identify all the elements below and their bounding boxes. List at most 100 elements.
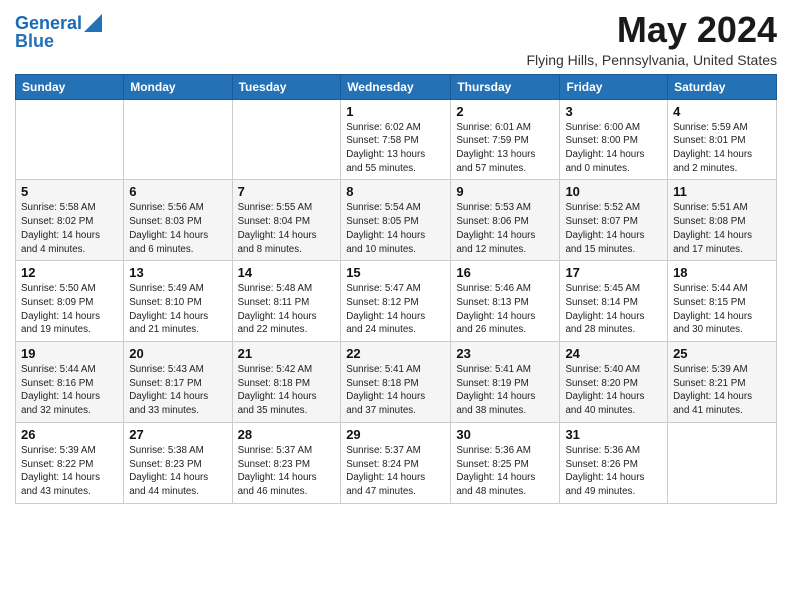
day-number: 13 — [129, 265, 226, 280]
calendar-cell: 10 Sunrise: 5:52 AM Sunset: 8:07 PM Dayli… — [560, 180, 668, 261]
calendar-cell — [668, 422, 777, 503]
calendar-cell: 19Sunrise: 5:44 AM Sunset: 8:16 PM Dayli… — [16, 342, 124, 423]
day-number: 1 — [346, 104, 445, 119]
day-number: 2 — [456, 104, 554, 119]
calendar-cell: 2 Sunrise: 6:01 AM Sunset: 7:59 PM Daylig… — [451, 99, 560, 180]
calendar-week-4: 19Sunrise: 5:44 AM Sunset: 8:16 PM Dayli… — [16, 342, 777, 423]
weekday-header-monday: Monday — [124, 74, 232, 99]
day-number: 6 — [129, 184, 226, 199]
calendar-cell: 13 Sunrise: 5:49 AM Sunset: 8:10 PM Dayli… — [124, 261, 232, 342]
calendar-cell: 23 Sunrise: 5:41 AM Sunset: 8:19 PM Dayli… — [451, 342, 560, 423]
weekday-header-tuesday: Tuesday — [232, 74, 341, 99]
day-number: 25 — [673, 346, 771, 361]
logo-blue-text: Blue — [15, 32, 54, 52]
calendar-cell: 6 Sunrise: 5:56 AM Sunset: 8:03 PM Daylig… — [124, 180, 232, 261]
day-info: Sunrise: 5:59 AM Sunset: 8:01 PM Dayligh… — [673, 121, 771, 176]
calendar-cell: 27 Sunrise: 5:38 AM Sunset: 8:23 PM Dayli… — [124, 422, 232, 503]
calendar-table: SundayMondayTuesdayWednesdayThursdayFrid… — [15, 74, 777, 504]
day-info: Sunrise: 6:00 AM Sunset: 8:00 PM Dayligh… — [565, 121, 662, 176]
day-number: 15 — [346, 265, 445, 280]
day-info: Sunrise: 5:37 AM Sunset: 8:24 PM Dayligh… — [346, 444, 445, 499]
calendar-cell: 30 Sunrise: 5:36 AM Sunset: 8:25 PM Dayli… — [451, 422, 560, 503]
calendar-cell: 5 Sunrise: 5:58 AM Sunset: 8:02 PM Daylig… — [16, 180, 124, 261]
day-number: 8 — [346, 184, 445, 199]
day-number: 4 — [673, 104, 771, 119]
day-number: 31 — [565, 427, 662, 442]
day-info: Sunrise: 6:01 AM Sunset: 7:59 PM Dayligh… — [456, 121, 554, 176]
calendar-header: SundayMondayTuesdayWednesdayThursdayFrid… — [16, 74, 777, 99]
calendar-cell: 28 Sunrise: 5:37 AM Sunset: 8:23 PM Dayli… — [232, 422, 341, 503]
calendar-cell: 17 Sunrise: 5:45 AM Sunset: 8:14 PM Dayli… — [560, 261, 668, 342]
title-block: May 2024 Flying Hills, Pennsylvania, Uni… — [526, 10, 777, 68]
day-info: Sunrise: 5:36 AM Sunset: 8:25 PM Dayligh… — [456, 444, 554, 499]
month-title: May 2024 — [526, 10, 777, 50]
page-header: General Blue May 2024 Flying Hills, Penn… — [15, 10, 777, 68]
weekday-header-thursday: Thursday — [451, 74, 560, 99]
day-info: Sunrise: 5:36 AM Sunset: 8:26 PM Dayligh… — [565, 444, 662, 499]
day-info: Sunrise: 5:52 AM Sunset: 8:07 PM Dayligh… — [565, 201, 662, 256]
day-number: 19 — [21, 346, 118, 361]
calendar-cell: 20 Sunrise: 5:43 AM Sunset: 8:17 PM Dayli… — [124, 342, 232, 423]
calendar-cell — [124, 99, 232, 180]
day-number: 9 — [456, 184, 554, 199]
day-number: 5 — [21, 184, 118, 199]
day-number: 10 — [565, 184, 662, 199]
day-number: 12 — [21, 265, 118, 280]
calendar-week-5: 26 Sunrise: 5:39 AM Sunset: 8:22 PM Dayli… — [16, 422, 777, 503]
day-number: 27 — [129, 427, 226, 442]
day-info: Sunrise: 5:55 AM Sunset: 8:04 PM Dayligh… — [238, 201, 336, 256]
day-number: 7 — [238, 184, 336, 199]
logo: General Blue — [15, 10, 102, 52]
day-info: Sunrise: 5:41 AM Sunset: 8:19 PM Dayligh… — [456, 363, 554, 418]
calendar-cell: 15Sunrise: 5:47 AM Sunset: 8:12 PM Dayli… — [341, 261, 451, 342]
weekday-header-row: SundayMondayTuesdayWednesdayThursdayFrid… — [16, 74, 777, 99]
calendar-cell: 18Sunrise: 5:44 AM Sunset: 8:15 PM Dayli… — [668, 261, 777, 342]
calendar-cell: 31 Sunrise: 5:36 AM Sunset: 8:26 PM Dayli… — [560, 422, 668, 503]
day-info: Sunrise: 5:40 AM Sunset: 8:20 PM Dayligh… — [565, 363, 662, 418]
calendar-cell: 9Sunrise: 5:53 AM Sunset: 8:06 PM Daylig… — [451, 180, 560, 261]
day-number: 28 — [238, 427, 336, 442]
calendar-cell — [232, 99, 341, 180]
weekday-header-wednesday: Wednesday — [341, 74, 451, 99]
day-number: 17 — [565, 265, 662, 280]
weekday-header-sunday: Sunday — [16, 74, 124, 99]
day-info: Sunrise: 5:48 AM Sunset: 8:11 PM Dayligh… — [238, 282, 336, 337]
day-info: Sunrise: 5:58 AM Sunset: 8:02 PM Dayligh… — [21, 201, 118, 256]
day-info: Sunrise: 5:43 AM Sunset: 8:17 PM Dayligh… — [129, 363, 226, 418]
day-number: 20 — [129, 346, 226, 361]
day-info: Sunrise: 5:39 AM Sunset: 8:21 PM Dayligh… — [673, 363, 771, 418]
day-number: 16 — [456, 265, 554, 280]
day-info: Sunrise: 5:49 AM Sunset: 8:10 PM Dayligh… — [129, 282, 226, 337]
day-number: 23 — [456, 346, 554, 361]
calendar-cell: 12Sunrise: 5:50 AM Sunset: 8:09 PM Dayli… — [16, 261, 124, 342]
day-info: Sunrise: 5:41 AM Sunset: 8:18 PM Dayligh… — [346, 363, 445, 418]
weekday-header-friday: Friday — [560, 74, 668, 99]
day-info: Sunrise: 5:42 AM Sunset: 8:18 PM Dayligh… — [238, 363, 336, 418]
logo-icon — [84, 14, 102, 32]
day-number: 3 — [565, 104, 662, 119]
day-number: 14 — [238, 265, 336, 280]
calendar-week-2: 5 Sunrise: 5:58 AM Sunset: 8:02 PM Daylig… — [16, 180, 777, 261]
day-number: 11 — [673, 184, 771, 199]
day-info: Sunrise: 5:38 AM Sunset: 8:23 PM Dayligh… — [129, 444, 226, 499]
day-number: 26 — [21, 427, 118, 442]
day-number: 21 — [238, 346, 336, 361]
day-info: Sunrise: 5:45 AM Sunset: 8:14 PM Dayligh… — [565, 282, 662, 337]
calendar-cell: 29Sunrise: 5:37 AM Sunset: 8:24 PM Dayli… — [341, 422, 451, 503]
day-info: Sunrise: 5:56 AM Sunset: 8:03 PM Dayligh… — [129, 201, 226, 256]
calendar-cell: 22Sunrise: 5:41 AM Sunset: 8:18 PM Dayli… — [341, 342, 451, 423]
day-info: Sunrise: 6:02 AM Sunset: 7:58 PM Dayligh… — [346, 121, 445, 176]
calendar-cell: 26 Sunrise: 5:39 AM Sunset: 8:22 PM Dayli… — [16, 422, 124, 503]
calendar-cell: 14 Sunrise: 5:48 AM Sunset: 8:11 PM Dayli… — [232, 261, 341, 342]
day-number: 30 — [456, 427, 554, 442]
location-text: Flying Hills, Pennsylvania, United State… — [526, 52, 777, 68]
calendar-cell: 25 Sunrise: 5:39 AM Sunset: 8:21 PM Dayli… — [668, 342, 777, 423]
day-info: Sunrise: 5:37 AM Sunset: 8:23 PM Dayligh… — [238, 444, 336, 499]
day-info: Sunrise: 5:39 AM Sunset: 8:22 PM Dayligh… — [21, 444, 118, 499]
calendar-body: 1 Sunrise: 6:02 AM Sunset: 7:58 PM Daylig… — [16, 99, 777, 503]
day-info: Sunrise: 5:51 AM Sunset: 8:08 PM Dayligh… — [673, 201, 771, 256]
calendar-cell: 24Sunrise: 5:40 AM Sunset: 8:20 PM Dayli… — [560, 342, 668, 423]
calendar-cell: 1 Sunrise: 6:02 AM Sunset: 7:58 PM Daylig… — [341, 99, 451, 180]
calendar-cell: 21 Sunrise: 5:42 AM Sunset: 8:18 PM Dayli… — [232, 342, 341, 423]
calendar-cell — [16, 99, 124, 180]
